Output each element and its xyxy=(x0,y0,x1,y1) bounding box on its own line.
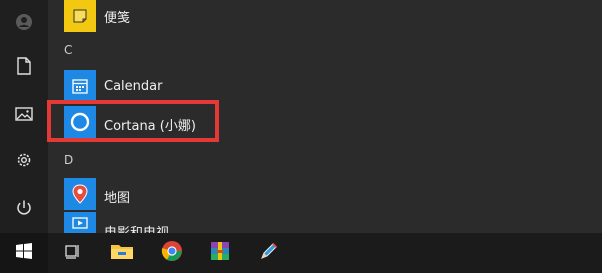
chrome-icon xyxy=(161,240,183,266)
settings-icon xyxy=(15,151,33,169)
group-header-c[interactable]: C xyxy=(64,43,72,57)
calendar-icon xyxy=(64,70,96,102)
user-account-button[interactable] xyxy=(0,0,48,44)
pictures-icon xyxy=(15,106,33,122)
taskbar xyxy=(0,233,602,273)
start-icon xyxy=(15,242,33,264)
start-menu-left-rail xyxy=(0,0,48,233)
task-view-button[interactable] xyxy=(48,233,96,273)
cortana-icon xyxy=(64,106,96,138)
winrar-button[interactable] xyxy=(196,233,244,273)
winrar-icon xyxy=(209,240,231,266)
app-item-calendar[interactable]: Calendar xyxy=(48,68,218,104)
app-item-label: Calendar xyxy=(104,79,163,94)
file-explorer-icon xyxy=(110,241,134,265)
app-item-label: Cortana (小娜) xyxy=(104,119,196,134)
maps-icon xyxy=(64,178,96,210)
settings-button[interactable] xyxy=(0,138,48,182)
user-icon xyxy=(15,13,33,31)
app-item-label: 便笺 xyxy=(104,11,131,26)
task-view-icon xyxy=(63,242,81,264)
pen-app-icon xyxy=(258,240,280,266)
pictures-button[interactable] xyxy=(0,92,48,136)
app-item-maps[interactable]: 地图 xyxy=(48,176,218,212)
file-explorer-button[interactable] xyxy=(98,233,146,273)
sticky-notes-icon xyxy=(64,0,96,32)
group-header-d[interactable]: D xyxy=(64,153,73,167)
power-button[interactable] xyxy=(0,186,48,230)
movies-tv-icon xyxy=(64,212,96,233)
pen-app-button[interactable] xyxy=(245,233,293,273)
chrome-button[interactable] xyxy=(148,233,196,273)
start-button[interactable] xyxy=(0,233,48,273)
documents-icon xyxy=(16,57,32,75)
power-icon xyxy=(15,199,33,217)
start-menu-app-list: 便笺 C Calendar Cortana (小娜) D 地图 xyxy=(48,0,602,241)
app-item-label: 地图 xyxy=(104,191,131,206)
documents-button[interactable] xyxy=(0,44,48,88)
app-item-cortana[interactable]: Cortana (小娜) xyxy=(48,104,218,140)
app-item-sticky-notes[interactable]: 便笺 xyxy=(48,0,218,34)
